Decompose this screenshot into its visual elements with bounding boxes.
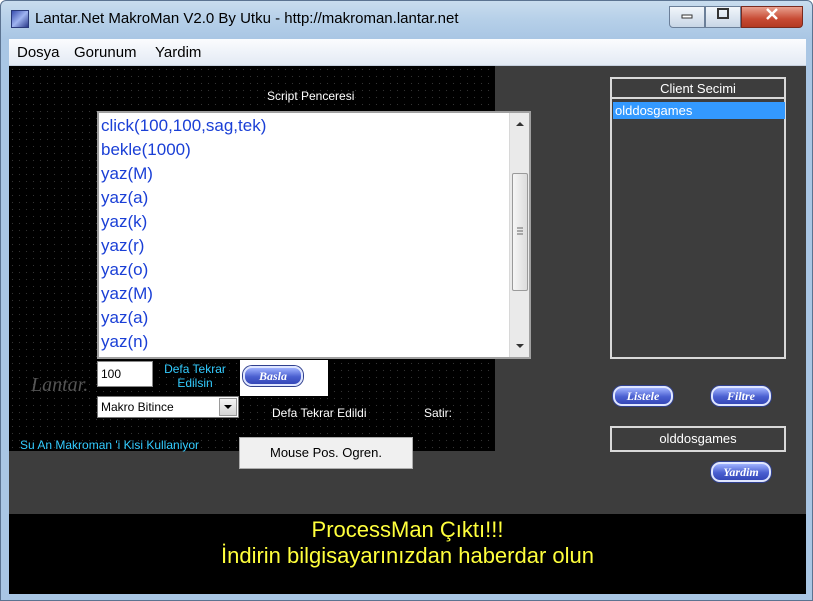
promo-banner[interactable]: ProcessMan Çıktı!!! İndirin bilgisayarın… <box>9 514 806 594</box>
start-button-frame: Basla <box>240 360 328 396</box>
script-line: yaz(k) <box>101 212 148 231</box>
script-line: click(100,100,sag,tek) <box>101 116 267 135</box>
start-button[interactable]: Basla <box>243 366 303 386</box>
scroll-thumb[interactable] <box>512 173 528 291</box>
menu-dosya[interactable]: Dosya <box>17 44 60 61</box>
minimize-button[interactable] <box>669 6 705 28</box>
client-list[interactable]: Client Secimi olddosgames <box>610 77 786 359</box>
close-icon <box>766 8 778 20</box>
selected-client-field: olddosgames <box>610 426 786 452</box>
minimize-icon <box>681 14 693 19</box>
script-line: yaz(n) <box>101 332 149 351</box>
app-window: Lantar.Net MakroMan V2.0 By Utku - http:… <box>0 0 813 601</box>
mouse-position-button[interactable]: Mouse Pos. Ogren. <box>239 437 413 469</box>
close-button[interactable] <box>741 6 803 28</box>
repeated-count-label: Defa Tekrar Edildi <box>272 406 367 420</box>
users-count-label: Su An Makroman 'i Kisi Kullaniyor <box>20 438 200 452</box>
script-line: yaz(M) <box>101 164 153 183</box>
chevron-down-icon <box>224 405 232 409</box>
after-macro-select[interactable]: Makro Bitince <box>97 396 239 418</box>
banner-line-1: ProcessMan Çıktı!!! <box>311 517 504 542</box>
menu-yardim[interactable]: Yardim <box>155 44 201 61</box>
script-line: yaz(r) <box>101 236 145 255</box>
maximize-button[interactable] <box>705 6 741 28</box>
repeat-label-line-2: Edilsin <box>177 376 213 390</box>
repeat-label-line-1: Defa Tekrar <box>164 362 226 376</box>
after-macro-select-value: Makro Bitince <box>101 400 174 414</box>
line-label: Satir: <box>424 406 453 420</box>
client-area: Script Penceresi click(100,100,sag,tek) … <box>9 66 806 594</box>
script-heading: Script Penceresi <box>267 89 355 103</box>
script-line: yaz(a) <box>101 308 149 327</box>
scroll-down-icon[interactable] <box>510 338 530 354</box>
script-editor[interactable]: click(100,100,sag,tek) bekle(1000) yaz(M… <box>97 111 531 359</box>
menu-bar: Dosya Gorunum Yardim <box>9 39 806 66</box>
dropdown-button[interactable] <box>219 398 237 416</box>
watermark-text: Lantar. <box>31 374 89 396</box>
banner-line-2: İndirin bilgisayarınızdan haberdar olun <box>220 543 594 568</box>
client-list-item[interactable]: olddosgames <box>613 102 785 119</box>
script-scrollbar[interactable] <box>509 113 529 357</box>
script-line: yaz(o) <box>101 260 149 279</box>
scroll-up-icon[interactable] <box>510 116 530 132</box>
menu-gorunum[interactable]: Gorunum <box>74 44 137 61</box>
app-icon <box>11 10 29 28</box>
window-title: Lantar.Net MakroMan V2.0 By Utku - http:… <box>35 10 459 27</box>
maximize-icon <box>717 8 729 19</box>
repeat-label: Defa Tekrar Edilsin <box>159 362 231 390</box>
script-line: bekle(1000) <box>101 140 191 159</box>
repeat-count-input[interactable]: 100 <box>97 361 153 387</box>
grip-icon <box>517 227 523 235</box>
script-line: yaz(a) <box>101 188 149 207</box>
script-line: yaz(M) <box>101 284 153 303</box>
title-bar: Lantar.Net MakroMan V2.0 By Utku - http:… <box>1 1 812 39</box>
client-list-heading: Client Secimi <box>612 79 784 99</box>
help-button[interactable]: Yardim <box>711 462 771 482</box>
filter-button[interactable]: Filtre <box>711 386 771 406</box>
list-button[interactable]: Listele <box>613 386 673 406</box>
